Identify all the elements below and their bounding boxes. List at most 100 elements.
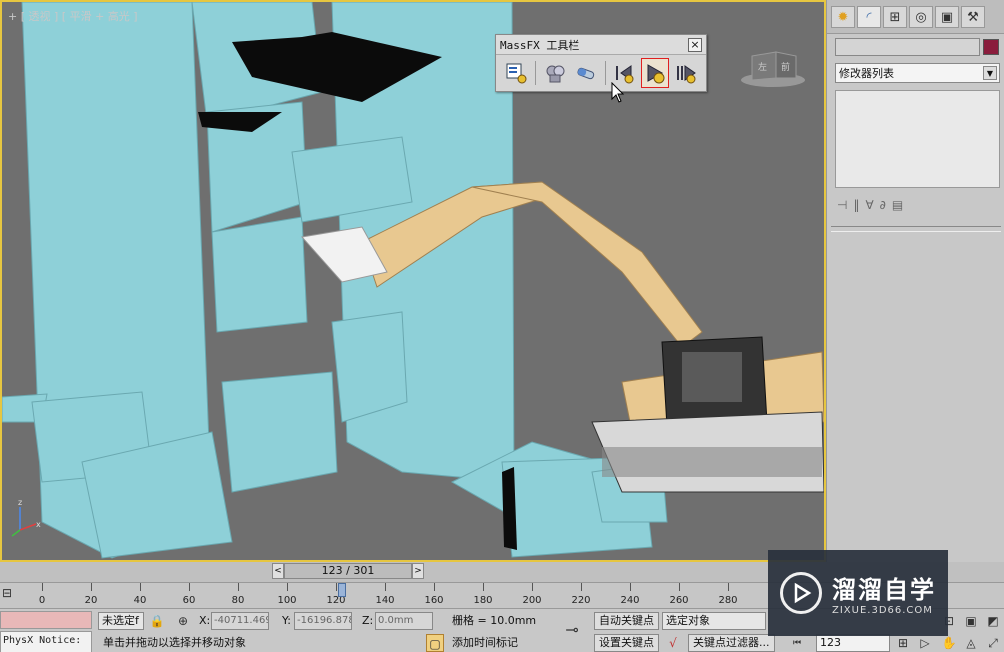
perspective-viewport[interactable]: z x + [ 透视 ] [ 平滑 + 高光 ] 左 前 MassFX 工具栏 … bbox=[0, 0, 826, 562]
step-simulation-button[interactable] bbox=[672, 58, 700, 88]
constraint-icon bbox=[577, 67, 594, 80]
tick-mark bbox=[91, 583, 92, 591]
rigid-body-icon bbox=[546, 65, 565, 83]
utilities-tab[interactable]: ⚒ bbox=[961, 6, 985, 28]
prev-frame-button[interactable]: < bbox=[272, 563, 284, 579]
command-panel: ✹ ◜ ⊞ ◎ ▣ ⚒ 修改器列表 ▼ ⊣ ‖ ∀ ∂ ▤ bbox=[826, 0, 1004, 562]
current-frame-input[interactable]: 123 bbox=[816, 634, 890, 652]
add-time-tag[interactable]: 添加时间标记 bbox=[452, 634, 518, 652]
object-color-swatch[interactable] bbox=[983, 39, 999, 55]
viewcube-icon[interactable]: 左 前 bbox=[740, 46, 806, 88]
start-simulation-button[interactable] bbox=[641, 58, 670, 88]
tick-mark bbox=[189, 583, 190, 591]
create-icon: ✹ bbox=[837, 9, 849, 25]
grid-size: 栅格 = 10.0mm bbox=[452, 614, 537, 627]
create-tab[interactable]: ✹ bbox=[831, 6, 855, 28]
tick-label: 60 bbox=[182, 595, 196, 606]
transform-mode-icon[interactable]: ⊕ bbox=[174, 612, 192, 630]
modifier-stack[interactable] bbox=[835, 90, 1000, 188]
modify-tab[interactable]: ◜ bbox=[857, 6, 881, 28]
field-of-view-icon[interactable]: ◩ bbox=[984, 612, 1002, 630]
motion-icon: ◎ bbox=[915, 9, 927, 25]
viewport-label[interactable]: + [ 透视 ] [ 平滑 + 高光 ] bbox=[8, 8, 138, 24]
watermark-text: 溜溜自学 ZIXUE.3D66.COM bbox=[832, 570, 936, 616]
mouse-cursor-icon bbox=[611, 82, 625, 103]
massfx-explorer-icon bbox=[506, 63, 527, 84]
tick-mark bbox=[532, 583, 533, 591]
tick-label: 100 bbox=[277, 595, 297, 606]
modifier-stack-tools: ⊣ ‖ ∀ ∂ ▤ bbox=[835, 192, 1000, 218]
y-coordinate-input[interactable]: -16196.878 bbox=[294, 612, 352, 630]
svg-text:前: 前 bbox=[781, 61, 790, 73]
time-tag-icon[interactable]: ▢ bbox=[426, 634, 444, 652]
toolbar-separator bbox=[604, 61, 606, 85]
auto-key-button[interactable]: 自动关键点 bbox=[594, 612, 659, 630]
tick-label: 140 bbox=[375, 595, 395, 606]
tick-mark bbox=[581, 583, 582, 591]
configure-modifier-sets-icon[interactable]: ▤ bbox=[892, 198, 903, 212]
modifier-list-dropdown[interactable]: 修改器列表 ▼ bbox=[835, 63, 1000, 83]
massfx-explorer-button[interactable] bbox=[502, 58, 530, 88]
z-coordinate-input[interactable]: 0.0mm bbox=[375, 612, 433, 630]
curve-icon[interactable]: √ bbox=[664, 634, 682, 652]
zoom-icon[interactable]: ▷ bbox=[916, 634, 934, 652]
watermark-url: ZIXUE.3D66.COM bbox=[832, 605, 933, 616]
maxscript-listener[interactable] bbox=[0, 611, 92, 629]
x-coordinate-input[interactable]: -40711.469 bbox=[211, 612, 269, 630]
play-triangle-icon bbox=[794, 582, 812, 604]
command-panel-tabs: ✹ ◜ ⊞ ◎ ▣ ⚒ bbox=[827, 0, 1004, 34]
rigid-body-button[interactable] bbox=[541, 58, 569, 88]
tick-mark bbox=[287, 583, 288, 591]
key-icon[interactable]: ⊸ bbox=[558, 621, 586, 639]
time-slider-value[interactable]: 123 / 301 bbox=[284, 563, 412, 579]
hierarchy-tab[interactable]: ⊞ bbox=[883, 6, 907, 28]
time-slider[interactable]: < 123 / 301 > bbox=[272, 563, 424, 579]
pan-hand-icon[interactable]: ✋ bbox=[940, 634, 958, 652]
svg-text:x: x bbox=[36, 520, 41, 529]
curve-editor-icon[interactable]: ⊟ bbox=[2, 586, 22, 604]
x-label: X: bbox=[199, 614, 211, 627]
app-window: z x + [ 透视 ] [ 平滑 + 高光 ] 左 前 MassFX 工具栏 … bbox=[0, 0, 1004, 652]
tick-label: 20 bbox=[84, 595, 98, 606]
tick-mark bbox=[630, 583, 631, 591]
remove-modifier-icon[interactable]: ∂ bbox=[880, 198, 886, 212]
track-ticks: 0 20 40 60 80 100 120 140 160 180 200 220 240 260 280 bbox=[39, 583, 800, 609]
tick-label: 180 bbox=[473, 595, 493, 606]
tick-mark bbox=[336, 583, 337, 591]
close-button[interactable]: × bbox=[688, 38, 702, 52]
svg-text:左: 左 bbox=[758, 61, 767, 73]
next-frame-button[interactable]: > bbox=[412, 563, 424, 579]
zoom-extents-icon[interactable]: ▣ bbox=[962, 612, 980, 630]
playhead[interactable] bbox=[338, 583, 346, 597]
svg-text:z: z bbox=[18, 498, 22, 507]
modifier-list-label: 修改器列表 bbox=[839, 67, 894, 80]
show-end-result-icon[interactable]: ‖ bbox=[853, 198, 859, 212]
physx-notice[interactable]: PhysX Notice: bbox=[0, 631, 92, 652]
motion-tab[interactable]: ◎ bbox=[909, 6, 933, 28]
lock-icon[interactable]: 🔒 bbox=[148, 612, 166, 630]
make-unique-icon[interactable]: ∀ bbox=[865, 198, 873, 212]
tick-label: 160 bbox=[424, 595, 444, 606]
selected-object-dropdown[interactable]: 选定对象 bbox=[662, 612, 766, 630]
time-config-icon[interactable]: ⊞ bbox=[894, 634, 912, 652]
hierarchy-icon: ⊞ bbox=[889, 9, 901, 25]
selection-field[interactable]: 未选定f bbox=[98, 612, 144, 630]
y-label: Y: bbox=[282, 614, 291, 627]
tick-mark bbox=[140, 583, 141, 591]
massfx-tools bbox=[502, 57, 700, 89]
pin-stack-icon[interactable]: ⊣ bbox=[837, 198, 847, 212]
massfx-toolbar: MassFX 工具栏 × bbox=[495, 34, 707, 92]
object-name-field[interactable] bbox=[835, 38, 980, 56]
massfx-title[interactable]: MassFX 工具栏 bbox=[496, 35, 706, 55]
display-tab[interactable]: ▣ bbox=[935, 6, 959, 28]
constraint-button[interactable] bbox=[572, 58, 600, 88]
tick-mark bbox=[238, 583, 239, 591]
tick-mark bbox=[483, 583, 484, 591]
key-filters-button[interactable]: 关键点过滤器... bbox=[688, 634, 775, 652]
go-to-start-icon[interactable]: ⏮ bbox=[788, 634, 806, 652]
set-key-button[interactable]: 设置关键点 bbox=[594, 634, 659, 652]
tick-mark bbox=[728, 583, 729, 591]
maximize-viewport-icon[interactable]: ⤢ bbox=[984, 634, 1002, 652]
orbit-icon[interactable]: ◬ bbox=[962, 634, 980, 652]
tick-mark bbox=[434, 583, 435, 591]
